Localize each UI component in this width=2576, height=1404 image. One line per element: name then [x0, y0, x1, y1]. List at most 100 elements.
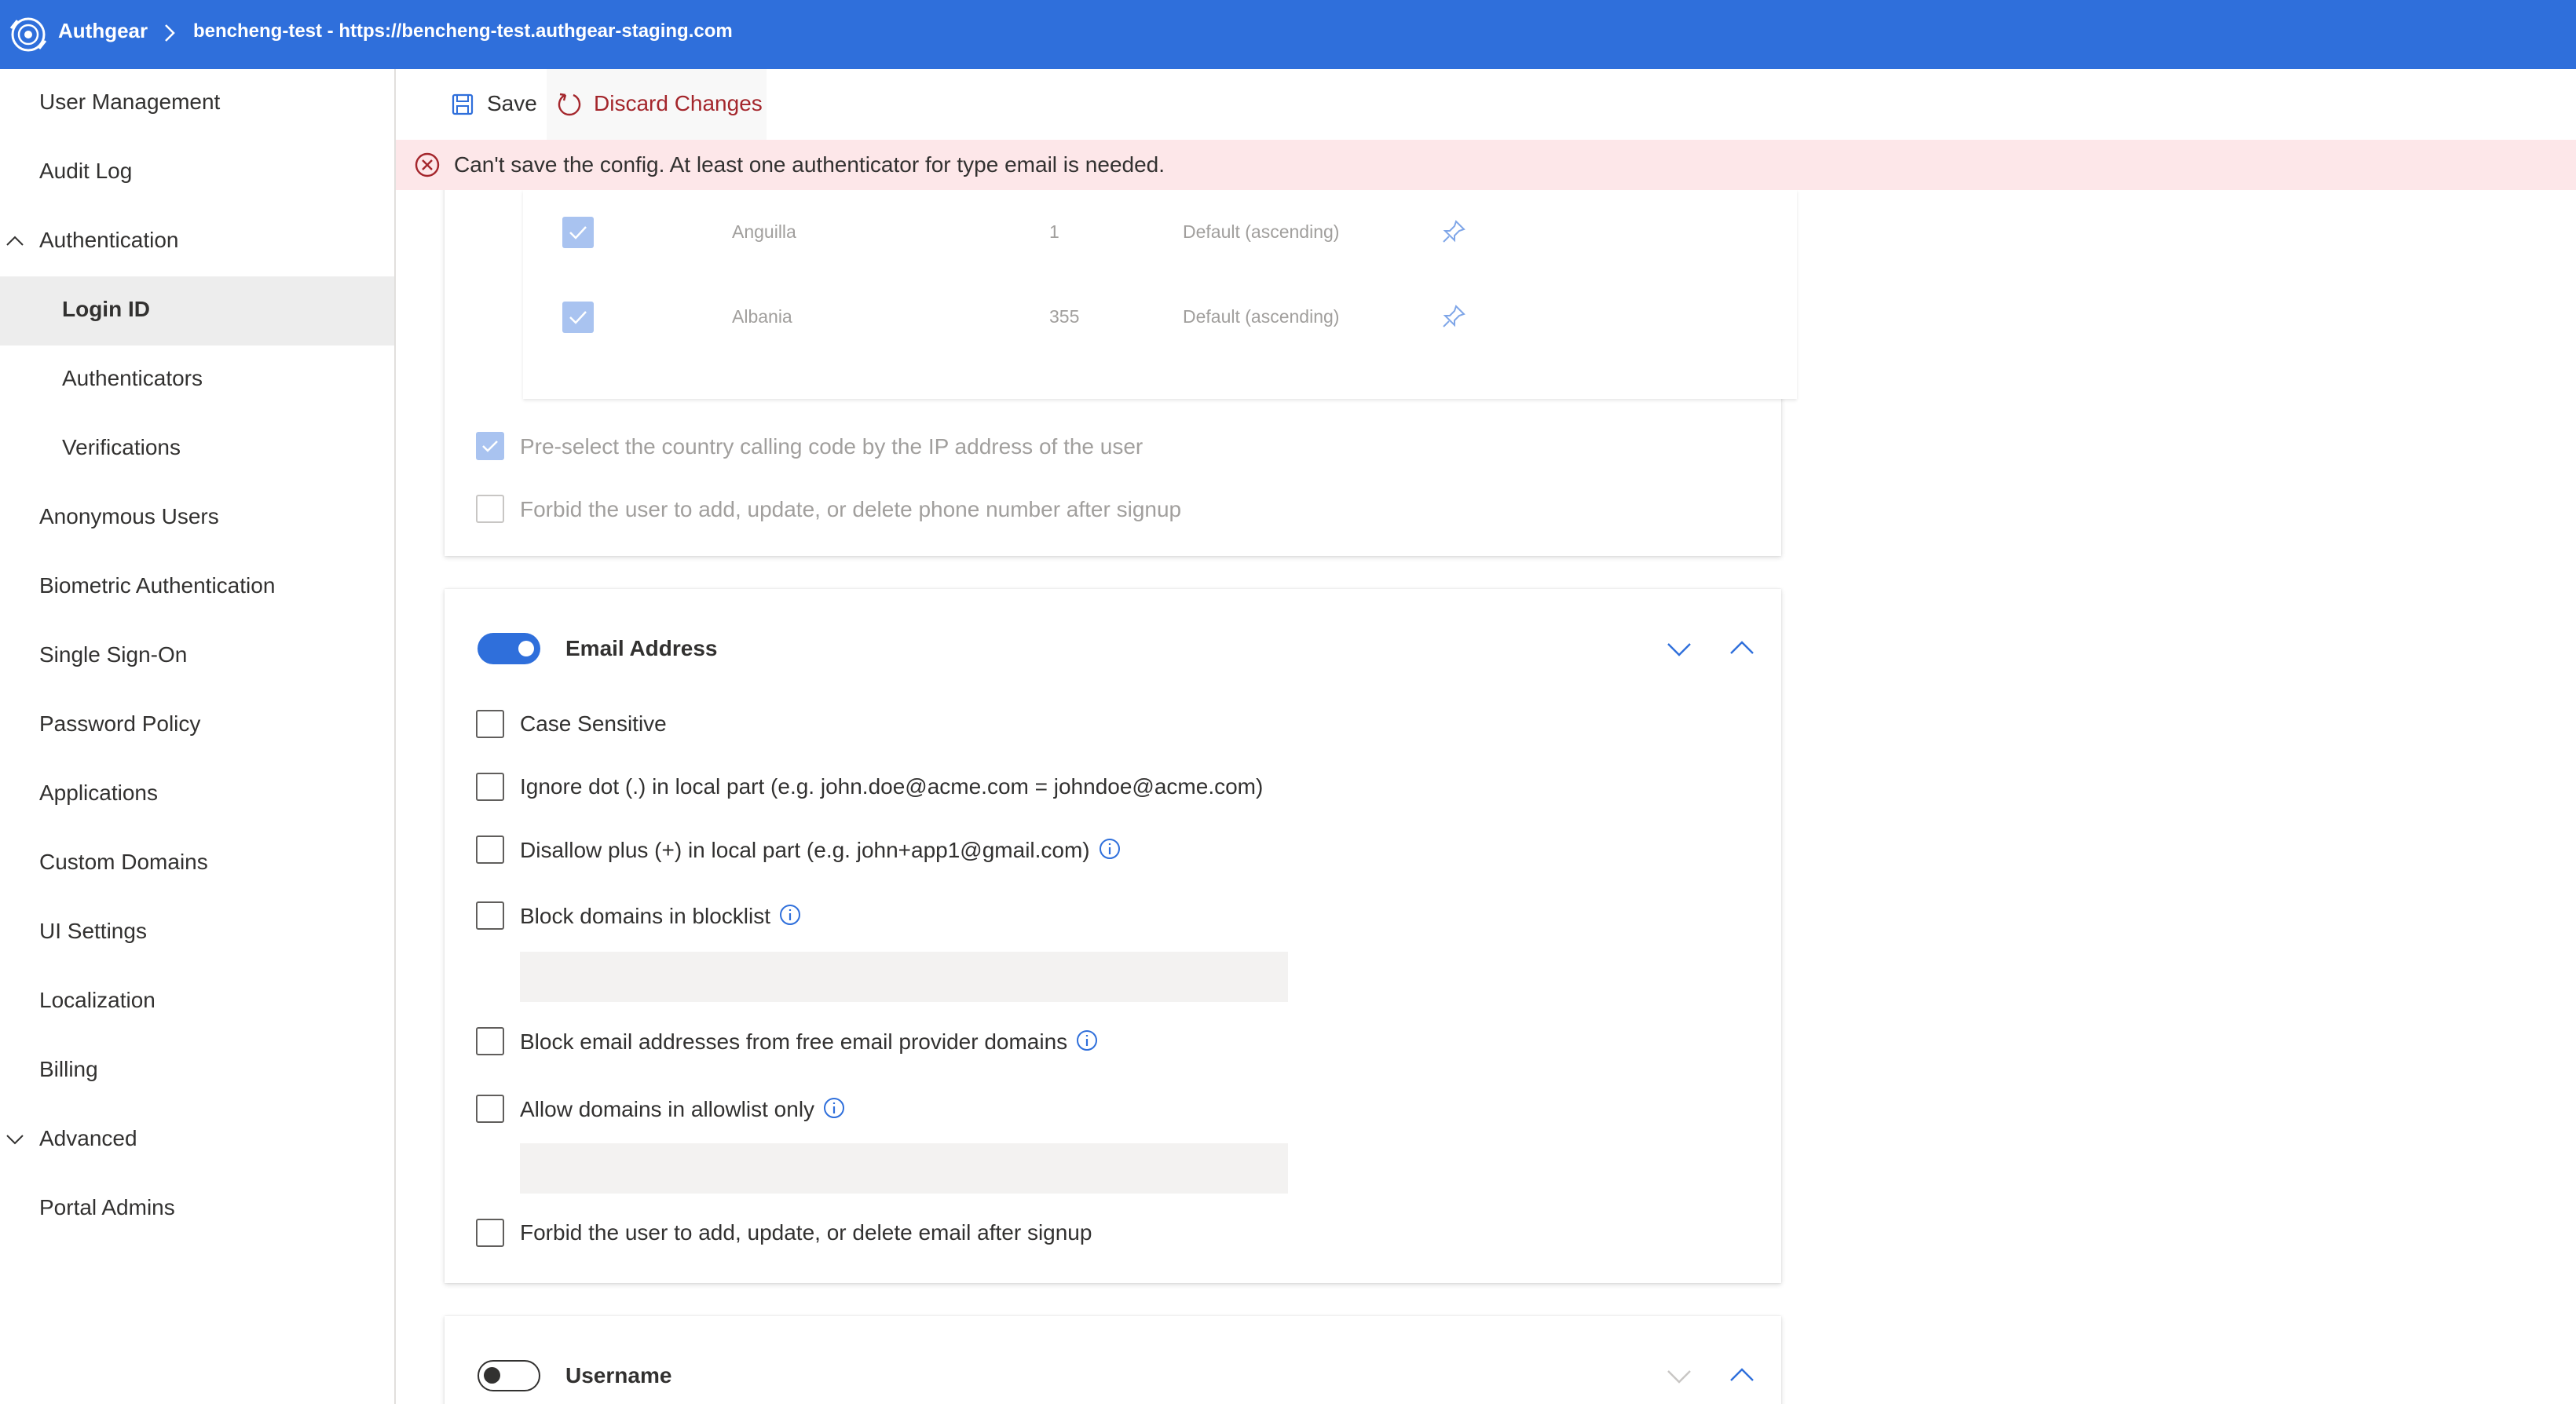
- allowlist-option: Allow domains in allowlist only: [520, 1096, 846, 1122]
- sort-order: Default (ascending): [1183, 221, 1340, 242]
- sidebar-item-label: Billing: [39, 1057, 98, 1081]
- toggle-knob: [484, 1367, 500, 1384]
- save-label: Save: [487, 91, 537, 115]
- chevron-down-icon[interactable]: [1663, 1360, 1695, 1391]
- authgear-logo-icon[interactable]: [6, 13, 50, 57]
- forbid-phone-change-checkbox[interactable]: [476, 495, 504, 523]
- country-code-table: Anguilla 1 Default (ascending) Albania 3…: [523, 190, 1797, 399]
- error-message-bar: Can't save the config. At least one auth…: [396, 140, 2576, 190]
- country-code: 1: [1049, 221, 1059, 242]
- row-checkbox[interactable]: [562, 302, 594, 333]
- sidebar-item-verifications[interactable]: Verifications: [0, 415, 394, 484]
- discard-label: Discard Changes: [594, 91, 763, 115]
- row-checkbox[interactable]: [562, 217, 594, 248]
- refresh-icon: [558, 93, 581, 116]
- sidebar-nav: User Management Audit Log Authentication…: [0, 69, 396, 1404]
- sidebar-item-password-policy[interactable]: Password Policy: [0, 691, 394, 760]
- sort-order: Default (ascending): [1183, 306, 1340, 327]
- sidebar-item-label: Audit Log: [39, 159, 133, 183]
- forbid-email-change-label: Forbid the user to add, update, or delet…: [520, 1220, 1092, 1245]
- sidebar-item-label: Authenticators: [62, 366, 203, 390]
- sidebar-item-custom-domains[interactable]: Custom Domains: [0, 829, 394, 898]
- free-provider-option: Block email addresses from free email pr…: [520, 1029, 1099, 1055]
- discard-changes-button[interactable]: Discard Changes: [547, 69, 767, 140]
- pin-icon[interactable]: [1440, 303, 1467, 330]
- preselect-country-label: Pre-select the country calling code by t…: [520, 434, 1143, 459]
- disallow-plus-label: Disallow plus (+) in local part (e.g. jo…: [520, 838, 1090, 862]
- country-name: Anguilla: [732, 221, 796, 242]
- case-sensitive-label: Case Sensitive: [520, 711, 667, 736]
- sidebar-item-label: Authentication: [39, 228, 179, 252]
- info-icon[interactable]: [1098, 837, 1122, 861]
- sidebar-item-authentication[interactable]: Authentication: [0, 207, 394, 276]
- chevron-up-icon[interactable]: [1726, 1360, 1758, 1391]
- checkmark-icon: [569, 311, 587, 324]
- main-content: Anguilla 1 Default (ascending) Albania 3…: [396, 190, 2576, 1404]
- sidebar-item-label: Anonymous Users: [39, 504, 219, 528]
- info-icon[interactable]: [1075, 1029, 1099, 1052]
- ignore-dot-checkbox[interactable]: [476, 773, 504, 801]
- email-address-card: Email Address Case Sensitive Ignore dot …: [445, 589, 1781, 1283]
- sidebar-item-label: Custom Domains: [39, 850, 208, 874]
- country-code: 355: [1049, 306, 1080, 327]
- sidebar-item-applications[interactable]: Applications: [0, 760, 394, 829]
- sidebar-item-localization[interactable]: Localization: [0, 967, 394, 1037]
- sidebar-item-label: Localization: [39, 988, 156, 1012]
- chevron-up-icon[interactable]: [1726, 633, 1758, 664]
- blocklist-option: Block domains in blocklist: [520, 903, 802, 929]
- chevron-right-icon: [165, 24, 175, 42]
- sidebar-item-label: User Management: [39, 90, 221, 114]
- country-name: Albania: [732, 306, 792, 327]
- save-button[interactable]: Save: [443, 69, 537, 140]
- chevron-down-icon: [6, 1135, 24, 1145]
- sidebar-item-biometric-authentication[interactable]: Biometric Authentication: [0, 553, 394, 622]
- allowlist-input[interactable]: [520, 1143, 1288, 1194]
- free-provider-checkbox[interactable]: [476, 1027, 504, 1055]
- info-icon[interactable]: [822, 1096, 846, 1120]
- disallow-plus-checkbox[interactable]: [476, 835, 504, 864]
- pin-icon[interactable]: [1440, 218, 1467, 245]
- brand-name[interactable]: Authgear: [58, 19, 148, 43]
- blocklist-checkbox[interactable]: [476, 901, 504, 930]
- ignore-dot-label: Ignore dot (.) in local part (e.g. john.…: [520, 774, 1264, 799]
- sidebar-item-portal-admins[interactable]: Portal Admins: [0, 1175, 394, 1244]
- case-sensitive-checkbox[interactable]: [476, 710, 504, 738]
- command-bar: Save Discard Changes: [396, 69, 2576, 140]
- disallow-plus-option: Disallow plus (+) in local part (e.g. jo…: [520, 837, 1122, 863]
- blocklist-label: Block domains in blocklist: [520, 904, 771, 928]
- sidebar-item-label: Login ID: [62, 297, 150, 321]
- allowlist-label: Allow domains in allowlist only: [520, 1097, 815, 1121]
- sidebar-item-ui-settings[interactable]: UI Settings: [0, 898, 394, 967]
- forbid-email-change-checkbox[interactable]: [476, 1219, 504, 1247]
- preselect-country-checkbox[interactable]: [476, 432, 504, 460]
- chevron-down-icon[interactable]: [1663, 633, 1695, 664]
- sidebar-item-authenticators[interactable]: Authenticators: [0, 346, 394, 415]
- sidebar-item-label: Single Sign-On: [39, 642, 188, 667]
- sidebar-item-label: Advanced: [39, 1126, 137, 1150]
- sidebar-item-user-management[interactable]: User Management: [0, 69, 394, 138]
- top-bar: Authgear bencheng-test - https://benchen…: [0, 0, 2576, 69]
- breadcrumb-app[interactable]: bencheng-test - https://bencheng-test.au…: [193, 20, 733, 42]
- blocklist-input[interactable]: [520, 952, 1288, 1002]
- toggle-knob: [518, 641, 534, 656]
- phone-number-card: Anguilla 1 Default (ascending) Albania 3…: [445, 190, 1797, 556]
- sidebar-item-label: Verifications: [62, 435, 181, 459]
- save-icon: [452, 93, 474, 115]
- email-enabled-toggle[interactable]: [478, 633, 540, 664]
- sidebar-item-anonymous-users[interactable]: Anonymous Users: [0, 484, 394, 553]
- sidebar-item-label: Portal Admins: [39, 1195, 175, 1219]
- info-icon[interactable]: [778, 903, 802, 927]
- sidebar-item-billing[interactable]: Billing: [0, 1037, 394, 1106]
- sidebar-item-login-id[interactable]: Login ID: [0, 276, 394, 346]
- free-provider-label: Block email addresses from free email pr…: [520, 1029, 1068, 1054]
- username-enabled-toggle[interactable]: [478, 1360, 540, 1391]
- checkmark-icon: [569, 226, 587, 239]
- sidebar-item-single-sign-on[interactable]: Single Sign-On: [0, 622, 394, 691]
- error-circle-icon: [415, 152, 440, 177]
- email-card-title: Email Address: [565, 636, 718, 660]
- allowlist-checkbox[interactable]: [476, 1095, 504, 1123]
- sidebar-item-audit-log[interactable]: Audit Log: [0, 138, 394, 207]
- sidebar-item-label: UI Settings: [39, 919, 147, 943]
- error-message-text: Can't save the config. At least one auth…: [454, 152, 1165, 177]
- sidebar-item-advanced[interactable]: Advanced: [0, 1106, 394, 1175]
